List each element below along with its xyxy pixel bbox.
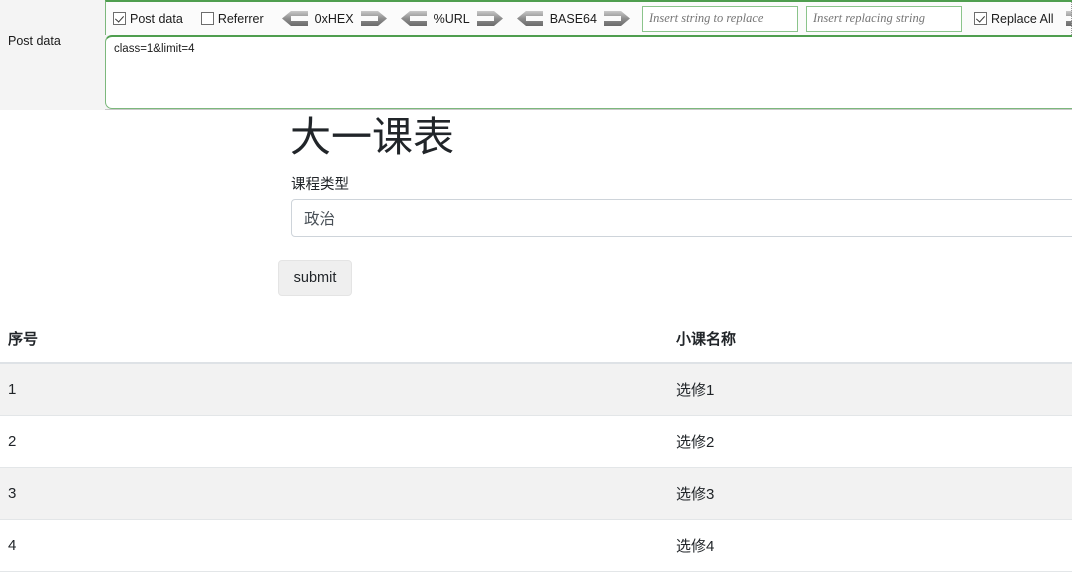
post-data-checkbox-option[interactable]: Post data <box>113 12 187 26</box>
cell-course-name: 选修4 <box>668 519 1072 572</box>
column-header-name: 小课名称 <box>668 315 1072 364</box>
rendered-page-content: 大一课表 课程类型 submit 序号 小课名称 1选修12选修23选修34选修… <box>0 111 1072 580</box>
cell-index: 2 <box>0 415 668 468</box>
post-data-textarea[interactable] <box>105 35 1072 109</box>
encode-right-arrow-icon[interactable] <box>360 11 387 26</box>
table-body: 1 选修1 2 选修2 3 选修3 4 选修4 <box>0 363 1072 572</box>
post-data-checkbox-label: Post data <box>130 11 183 26</box>
encode-right-arrow-icon[interactable] <box>476 11 503 26</box>
cell-course-name: 选修2 <box>668 415 1072 468</box>
checkbox-icon-referrer[interactable] <box>200 12 214 25</box>
cell-course-name: 选修1 <box>668 363 1072 416</box>
referrer-checkbox-label: Referrer <box>217 11 264 26</box>
codec-url-group: %URL <box>400 11 503 26</box>
cell-index: 1 <box>0 363 668 416</box>
replace-all-label: Replace All <box>990 11 1054 26</box>
decode-left-arrow-icon[interactable] <box>400 11 427 26</box>
cell-index: 3 <box>0 467 668 520</box>
codec-label-hex: 0xHEX <box>314 11 354 26</box>
course-results-table: 序号 小课名称 1 选修1 2 选修2 3 选修3 4 选修4 <box>0 315 1072 572</box>
options-toolbar: Post data Referrer 0xHEX %URL BASE64 Ins… <box>105 0 1072 35</box>
panel-label-column: Post data <box>0 0 105 110</box>
checkbox-icon-post-data[interactable] <box>113 12 126 25</box>
codec-hex-group: 0xHEX <box>281 11 387 26</box>
course-type-label: 课程类型 <box>291 177 349 193</box>
codec-label-url: %URL <box>433 11 470 26</box>
table-row: 3 选修3 <box>0 467 1072 520</box>
table-row: 2 选修2 <box>0 415 1072 468</box>
replace-find-input[interactable] <box>641 5 798 32</box>
replace-all-checkbox-option[interactable]: Replace All <box>973 11 1058 26</box>
table-row: 4 选修4 <box>0 519 1072 572</box>
codec-label-base64: BASE64 <box>549 11 597 26</box>
table-header-row: 序号 小课名称 <box>0 315 1072 364</box>
post-data-row-label: Post data <box>8 34 61 48</box>
submit-button[interactable]: submit <box>278 260 352 296</box>
table-row: 1 选修1 <box>0 363 1072 416</box>
course-type-input[interactable] <box>291 199 1072 237</box>
codec-base64-group: BASE64 <box>516 11 630 26</box>
column-header-index: 序号 <box>0 315 668 364</box>
encode-right-arrow-icon[interactable] <box>603 11 630 26</box>
cell-index: 4 <box>0 519 668 572</box>
checkbox-icon-replace-all[interactable] <box>973 12 987 25</box>
decode-left-arrow-icon[interactable] <box>516 11 543 26</box>
http-tool-panel: Post data Post data Referrer 0xHEX %URL … <box>0 0 1072 110</box>
replace-with-input[interactable] <box>805 5 962 32</box>
decode-left-arrow-icon[interactable] <box>281 11 308 26</box>
referrer-checkbox-option[interactable]: Referrer <box>200 11 268 26</box>
cell-course-name: 选修3 <box>668 467 1072 520</box>
page-title: 大一课表 <box>290 114 454 160</box>
table-head: 序号 小课名称 <box>0 315 1072 364</box>
apply-replace-right-arrow-icon[interactable] <box>1065 11 1072 26</box>
